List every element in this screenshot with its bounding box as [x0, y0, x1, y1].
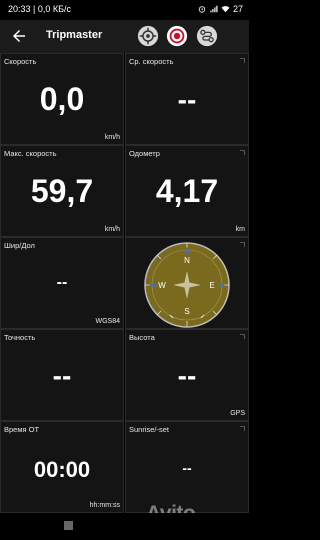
altitude-value: --: [177, 360, 197, 391]
max-speed-value: 59,7: [30, 173, 94, 209]
odometer-label: Одометр: [129, 149, 160, 158]
avg-speed-value: --: [177, 84, 197, 115]
speed-label: Скорость: [4, 57, 37, 66]
tile-sunrise[interactable]: Sunrise/-set --: [125, 421, 249, 513]
signal-icon: [210, 5, 218, 13]
page-title: Tripmaster: [46, 29, 103, 41]
avg-speed-label: Ср. скорость: [129, 57, 174, 66]
tile-corner-marker: [240, 242, 245, 247]
accuracy-value: --: [52, 360, 72, 391]
compass-e: E: [209, 281, 214, 290]
latlon-label: Шир/Дол: [4, 241, 35, 250]
compass-w: W: [158, 281, 166, 290]
latlon-value: --: [56, 274, 68, 291]
speed-value: 0,0: [39, 81, 85, 117]
status-time: 20:33 | 0,0 КБ/с: [8, 4, 72, 14]
speed-unit: km/h: [104, 134, 120, 141]
tile-compass[interactable]: N S W E: [125, 237, 249, 329]
odometer-value: 4,17: [155, 173, 219, 209]
tile-corner-marker: [240, 150, 245, 155]
altitude-label: Высота: [129, 333, 155, 342]
app-bar: Tripmaster: [0, 20, 249, 53]
tile-latlon[interactable]: Шир/Дол -- WGS84: [0, 237, 124, 329]
battery-level: 27: [232, 4, 243, 14]
sunrise-label: Sunrise/-set: [129, 425, 170, 434]
odometer-unit: km: [235, 226, 245, 233]
tile-corner-marker: [240, 58, 245, 63]
tile-accuracy[interactable]: Точность --: [0, 329, 124, 421]
max-speed-unit: km/h: [104, 226, 120, 233]
nav-recents-button[interactable]: [64, 521, 73, 530]
status-bar: 20:33 | 0,0 КБ/с 27: [0, 0, 249, 20]
tile-corner-marker: [240, 334, 245, 339]
crosshair-gps-icon[interactable]: [137, 25, 159, 47]
tile-max-speed[interactable]: Макс. скорость 59,7 km/h: [0, 145, 124, 237]
tile-avg-speed[interactable]: Ср. скорость --: [125, 53, 249, 145]
compass-n: N: [184, 256, 190, 265]
tile-speed[interactable]: Скорость 0,0 km/h: [0, 53, 124, 145]
compass-rose: N S W E: [144, 242, 230, 328]
accuracy-label: Точность: [4, 333, 36, 342]
route-icon[interactable]: [196, 25, 218, 47]
tile-trip-time[interactable]: Время ОТ 00:00 hh:mm:ss: [0, 421, 124, 513]
trip-time-value: 00:00: [33, 457, 91, 482]
record-target-icon[interactable]: [166, 25, 188, 47]
altitude-unit: GPS: [230, 410, 245, 417]
tile-corner-marker: [240, 426, 245, 431]
trip-time-unit: hh:mm:ss: [89, 502, 120, 509]
trip-time-label: Время ОТ: [4, 425, 40, 434]
compass-s: S: [184, 307, 189, 316]
dashboard-grid: Скорость 0,0 km/h Ср. скорость -- Макс. …: [0, 53, 249, 513]
tile-odometer[interactable]: Одометр 4,17 km: [125, 145, 249, 237]
wifi-icon: [221, 6, 230, 13]
latlon-unit: WGS84: [95, 318, 120, 325]
status-icons: 27: [198, 4, 243, 14]
max-speed-label: Макс. скорость: [4, 149, 57, 158]
alarm-icon: [198, 6, 206, 13]
system-nav-bar: [0, 513, 249, 540]
sunrise-value: --: [182, 460, 192, 476]
tile-altitude[interactable]: Высота -- GPS: [125, 329, 249, 421]
arrow-left-icon[interactable]: [10, 27, 28, 45]
